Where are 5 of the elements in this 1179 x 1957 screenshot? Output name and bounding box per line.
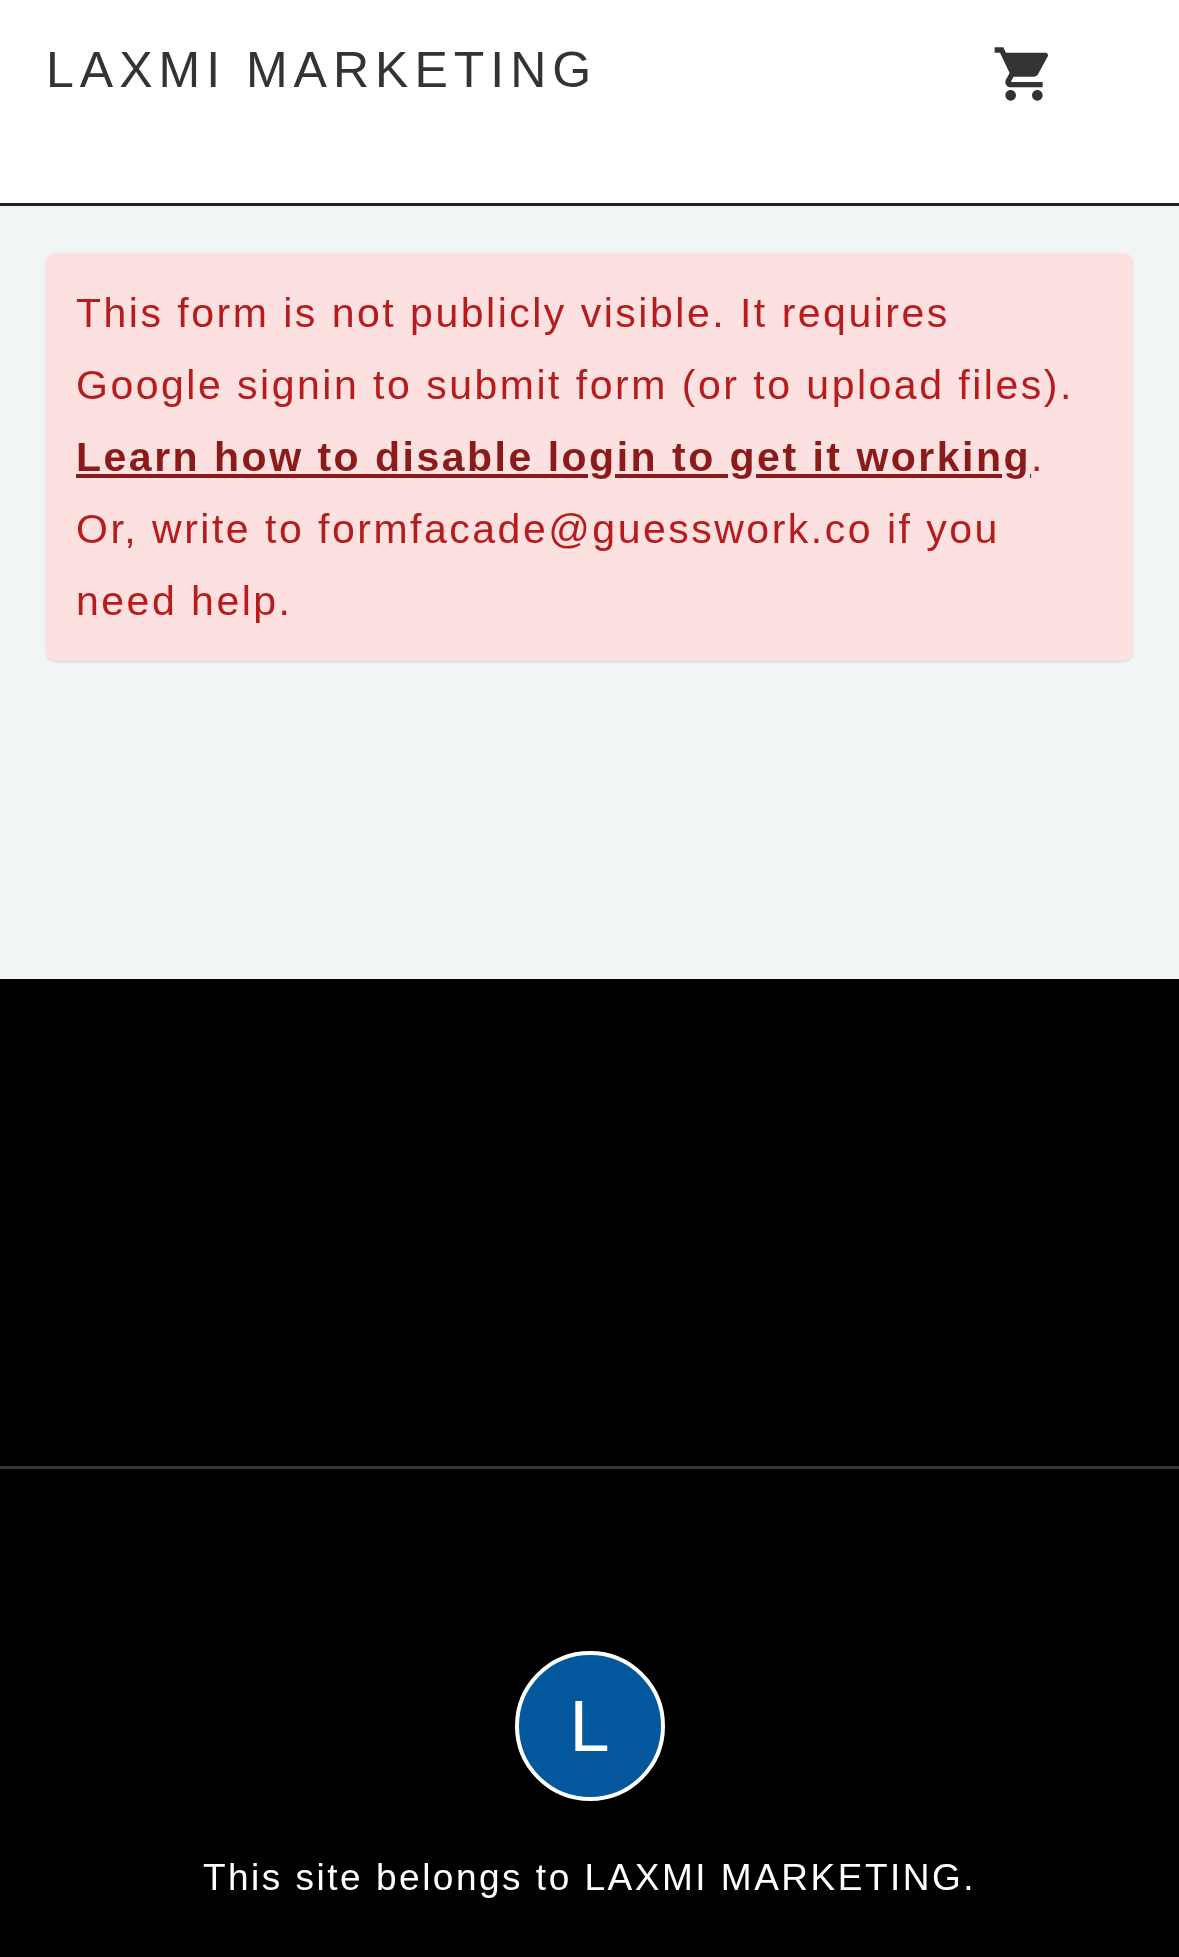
alert-message: This form is not publicly visible. It requires Google signin to submit form (or to upload files). Learn how to disable login to get it working. Or, write to formfacade@guesswork.co if you need help. (76, 289, 1075, 626)
site-title: LAXMI MARKETING (46, 41, 598, 100)
help-link[interactable]: Learn how to disable login to get it working (76, 434, 1032, 480)
owner-text: This site belongs to LAXMI MARKETING. (202, 1856, 977, 1900)
avatar-letter: L (569, 1690, 610, 1762)
